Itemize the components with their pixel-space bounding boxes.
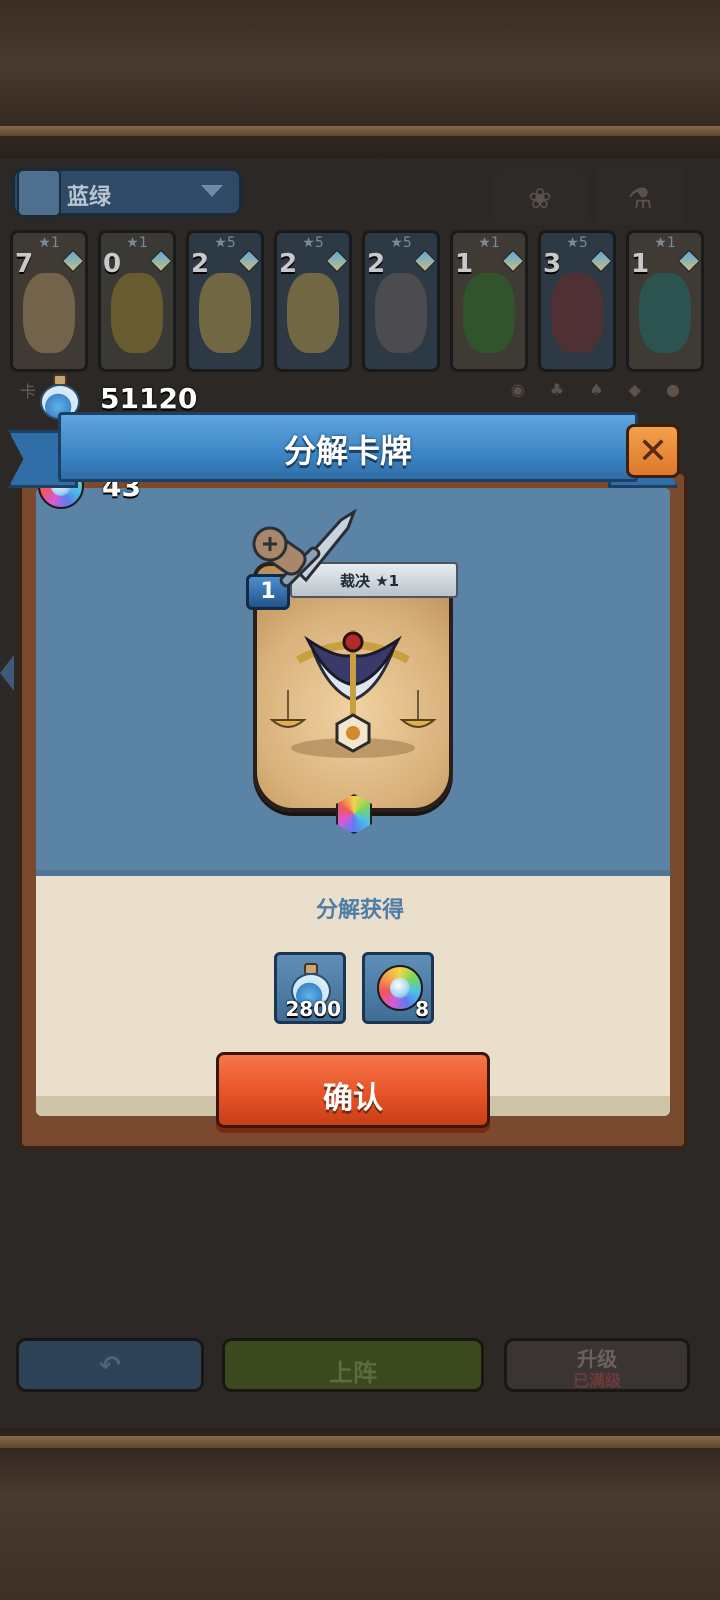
card-count: 1 — [631, 249, 650, 279]
card-count-label: 卡 — [20, 382, 37, 401]
gem-icon — [413, 249, 437, 273]
upgrade-status: 已满级 — [572, 1371, 621, 1390]
back-arrow-icon: ↶ — [99, 1351, 121, 1381]
reward-qty: 8 — [415, 997, 429, 1021]
dialog-title: 分解卡牌 — [283, 432, 412, 470]
close-icon: ✕ — [637, 431, 669, 472]
gem-icon — [501, 249, 525, 273]
card-count: 0 — [103, 249, 122, 279]
card-slot[interactable]: ★1 7 — [10, 230, 88, 372]
paw-icon: ❀ — [528, 182, 552, 215]
card-collection-row: ★1 7 ★1 0 ★5 2 ★5 2 ★5 2 ★1 1 ★5 3 ★1 1 — [8, 230, 712, 380]
card-art — [375, 273, 427, 353]
card-slot[interactable]: ★1 1 — [450, 230, 528, 372]
gem-icon — [325, 249, 349, 273]
gem-icon — [61, 249, 85, 273]
gem-icon — [149, 249, 173, 273]
top-wood-frame — [0, 0, 720, 158]
card-count: 7 — [15, 249, 34, 279]
card-count: 3 — [543, 249, 562, 279]
left-scroll-arrow-icon[interactable] — [0, 655, 14, 691]
card-art — [199, 273, 251, 353]
card-art — [639, 273, 691, 353]
gem-icon — [237, 249, 261, 273]
card-slot[interactable]: ★5 2 — [186, 230, 264, 372]
deploy-label: 上阵 — [329, 1359, 377, 1387]
rewards-label: 分解获得 — [315, 898, 404, 923]
card-art — [463, 273, 515, 353]
reward-gem: 8 — [362, 952, 434, 1024]
card-count: 2 — [191, 249, 210, 279]
reward-potion: 2800 — [274, 952, 346, 1024]
sword-icon — [252, 508, 357, 588]
card-count: 1 — [455, 249, 474, 279]
reward-qty: 2800 — [285, 997, 341, 1021]
potion-amount: 51120 — [100, 381, 198, 415]
title-ribbon: 分解卡牌 — [8, 412, 708, 490]
deck-selector-label: 蓝绿 — [67, 185, 112, 210]
confirm-label: 确认 — [323, 1081, 383, 1116]
tab-pets[interactable]: ❀ — [494, 168, 586, 226]
close-button[interactable]: ✕ — [626, 424, 680, 478]
chevron-down-icon — [201, 185, 223, 197]
card-count: 2 — [279, 249, 298, 279]
card-count: 2 — [367, 249, 386, 279]
tab-potions[interactable]: ⚗ — [594, 168, 686, 226]
bottom-wood-frame — [0, 1428, 720, 1600]
element-filter-icons[interactable]: ◉ ♣ ♠ ◆ ● — [511, 380, 690, 399]
card-slot[interactable]: ★5 3 — [538, 230, 616, 372]
deck-selector-dropdown[interactable]: 蓝绿 — [12, 168, 242, 217]
back-button[interactable]: ↶ — [16, 1338, 204, 1392]
deploy-button[interactable]: 上阵 — [222, 1338, 484, 1392]
card-slot[interactable]: ★5 2 — [274, 230, 352, 372]
potion-flask-icon: ⚗ — [627, 182, 653, 215]
confirm-button[interactable]: 确认 — [216, 1052, 490, 1128]
card-slot[interactable]: ★5 2 — [362, 230, 440, 372]
card-slot[interactable]: ★1 0 — [98, 230, 176, 372]
card-art — [111, 273, 163, 353]
gem-icon — [677, 249, 701, 273]
deck-book-icon — [17, 169, 61, 217]
card-art — [551, 273, 603, 353]
card-art — [23, 273, 75, 353]
card-art — [287, 273, 339, 353]
card-slot[interactable]: ★1 1 — [626, 230, 704, 372]
upgrade-button[interactable]: 升级 已满级 — [504, 1338, 690, 1392]
gem-icon — [589, 249, 613, 273]
